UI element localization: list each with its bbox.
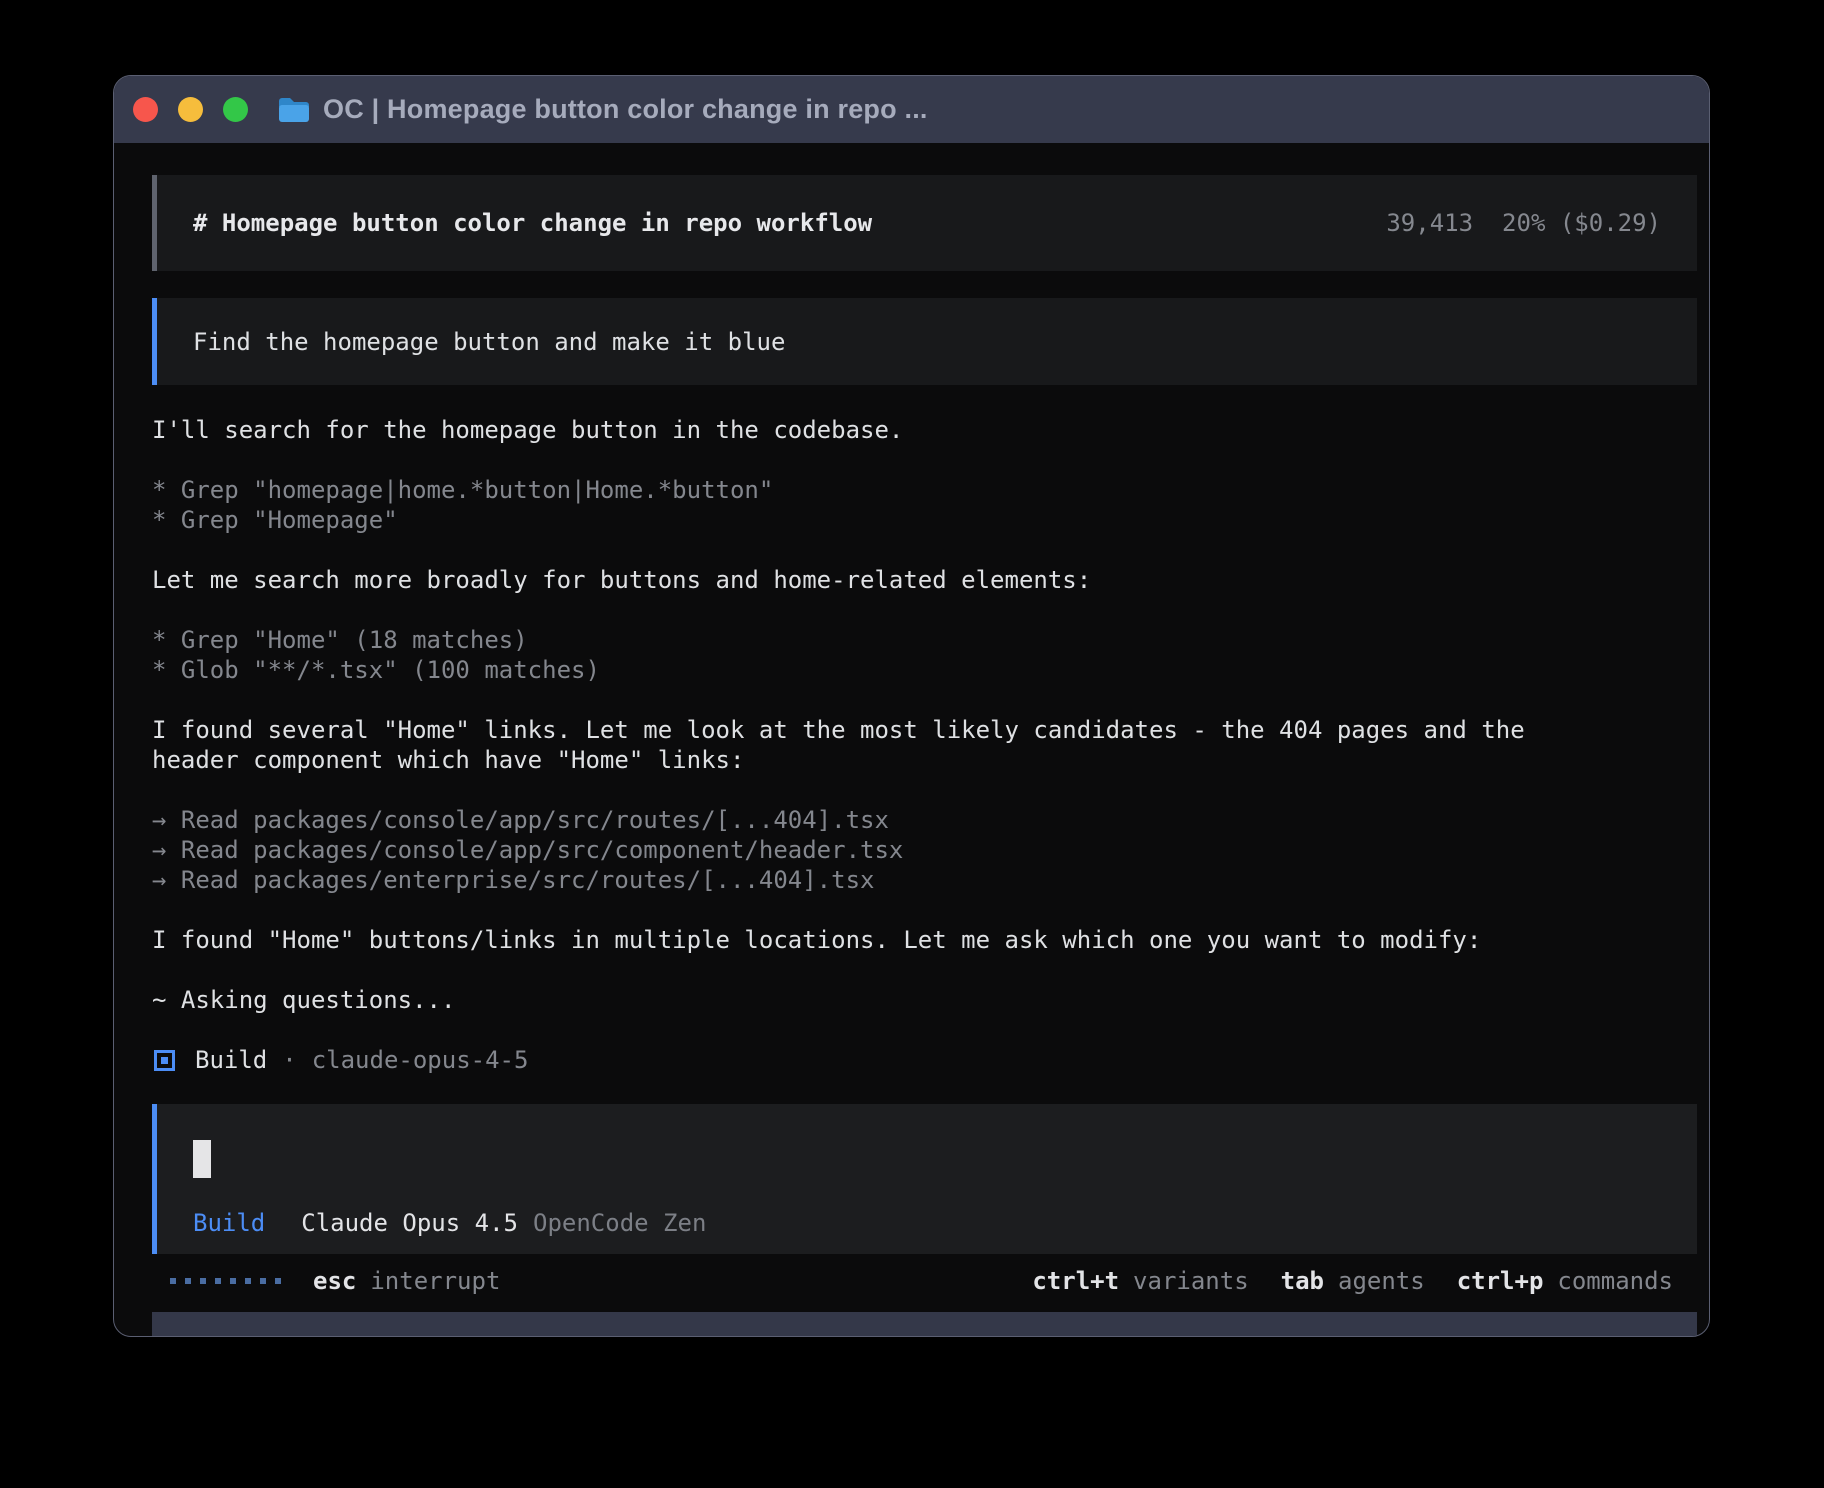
conversation-line	[152, 535, 1697, 565]
app-window: OC | Homepage button color change in rep…	[113, 75, 1710, 1337]
status-separator: ·	[282, 1046, 296, 1074]
conversation-line	[152, 775, 1697, 805]
conversation-line: → Read packages/enterprise/src/routes/[.…	[152, 865, 1697, 895]
footer-hints: esc interrupt ctrl+t variants tab agents…	[152, 1267, 1697, 1295]
user-message: Find the homepage button and make it blu…	[152, 298, 1697, 385]
hint-commands-key: ctrl+p	[1457, 1267, 1544, 1295]
hint-variants-label: variants	[1133, 1267, 1249, 1295]
hint-commands-label: commands	[1557, 1267, 1673, 1295]
conversation-line	[152, 595, 1697, 625]
hint-commands: ctrl+p commands	[1457, 1267, 1673, 1295]
titlebar: OC | Homepage button color change in rep…	[114, 76, 1709, 143]
input-model-label: Claude Opus 4.5	[301, 1209, 518, 1237]
hint-interrupt: esc interrupt	[313, 1267, 500, 1295]
conversation-line: → Read packages/console/app/src/routes/[…	[152, 805, 1697, 835]
agent-status-row: Build · claude-opus-4-5	[152, 1045, 1697, 1075]
input-meta: Build Claude Opus 4.5 OpenCode Zen	[193, 1209, 1661, 1237]
folder-icon	[277, 96, 311, 124]
agent-icon	[154, 1050, 175, 1071]
activity-dot	[185, 1278, 191, 1284]
activity-dot	[260, 1278, 266, 1284]
conversation-line	[152, 955, 1697, 985]
conversation-line: Let me search more broadly for buttons a…	[152, 565, 1697, 595]
hint-variants: ctrl+t variants	[1032, 1267, 1248, 1295]
text-cursor	[193, 1140, 211, 1178]
zoom-button[interactable]	[223, 97, 248, 122]
activity-dot	[245, 1278, 251, 1284]
hint-interrupt-key: esc	[313, 1267, 356, 1295]
conversation-line: * Grep "Homepage"	[152, 505, 1697, 535]
conversation-line: header component which have "Home" links…	[152, 745, 1697, 775]
context-cost: 20% ($0.29)	[1502, 209, 1661, 237]
activity-dot	[170, 1278, 176, 1284]
conversation-line: I found "Home" buttons/links in multiple…	[152, 925, 1697, 955]
traffic-lights	[133, 97, 248, 122]
hint-agents: tab agents	[1281, 1267, 1425, 1295]
conversation-line: → Read packages/console/app/src/componen…	[152, 835, 1697, 865]
conversation-line: * Grep "Home" (18 matches)	[152, 625, 1697, 655]
terminal-content: # Homepage button color change in repo w…	[114, 143, 1709, 1336]
token-count: 39,413	[1386, 209, 1473, 237]
conversation-line: * Grep "homepage|home.*button|Home.*butt…	[152, 475, 1697, 505]
activity-dots	[170, 1278, 281, 1284]
conversation-line	[152, 445, 1697, 475]
activity-dot	[275, 1278, 281, 1284]
activity-dot	[230, 1278, 236, 1284]
session-header: # Homepage button color change in repo w…	[152, 175, 1697, 271]
agent-name: Build	[195, 1046, 267, 1074]
session-stats: 39,413 20% ($0.29)	[1386, 209, 1661, 237]
minimize-button[interactable]	[178, 97, 203, 122]
session-title: # Homepage button color change in repo w…	[193, 209, 872, 237]
input-provider-label: OpenCode Zen	[533, 1209, 706, 1237]
conversation-line: I found several "Home" links. Let me loo…	[152, 715, 1697, 745]
conversation-line	[152, 685, 1697, 715]
conversation-line: * Glob "**/*.tsx" (100 matches)	[152, 655, 1697, 685]
conversation-line: I'll search for the homepage button in t…	[152, 415, 1697, 445]
window-bottom-strip	[152, 1312, 1697, 1336]
activity-dot	[200, 1278, 206, 1284]
user-message-text: Find the homepage button and make it blu…	[193, 328, 785, 356]
window-title: OC | Homepage button color change in rep…	[323, 94, 928, 125]
hint-agents-label: agents	[1338, 1267, 1425, 1295]
hint-agents-key: tab	[1281, 1267, 1324, 1295]
close-button[interactable]	[133, 97, 158, 122]
hint-variants-key: ctrl+t	[1032, 1267, 1119, 1295]
hint-interrupt-label: interrupt	[370, 1267, 500, 1295]
activity-dot	[215, 1278, 221, 1284]
model-id: claude-opus-4-5	[312, 1046, 529, 1074]
prompt-input[interactable]: Build Claude Opus 4.5 OpenCode Zen	[152, 1104, 1697, 1254]
conversation-line: ~ Asking questions...	[152, 985, 1697, 1015]
conversation: I'll search for the homepage button in t…	[152, 415, 1697, 1015]
footer-right-hints: ctrl+t variants tab agents ctrl+p comman…	[1032, 1267, 1673, 1295]
conversation-line	[152, 895, 1697, 925]
input-agent-label: Build	[193, 1209, 265, 1237]
